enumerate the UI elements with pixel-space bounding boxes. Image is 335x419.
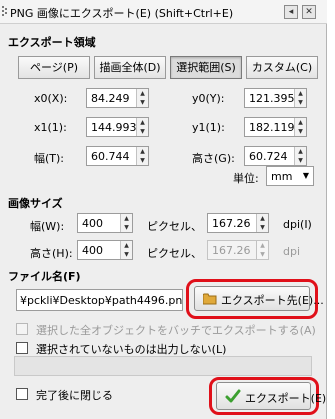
spin-up-icon[interactable]: ▲ xyxy=(121,241,132,250)
spin-arrows[interactable]: ▲ ▼ xyxy=(294,89,306,107)
folder-icon xyxy=(202,292,217,308)
close-when-done-checkbox[interactable] xyxy=(16,388,28,400)
dpi-readonly-label: dpi xyxy=(283,245,301,258)
chevron-down-icon[interactable]: ▼ xyxy=(303,171,309,180)
spin-arrows[interactable]: ▲ ▼ xyxy=(294,118,306,136)
x1-label: x1(1): xyxy=(34,121,67,134)
y0-value: 121.395 xyxy=(249,92,295,105)
x0-spin[interactable]: 84.249 ▲ ▼ xyxy=(86,88,149,108)
unit-combo[interactable]: mm ▼ xyxy=(266,166,314,186)
tab-page[interactable]: ページ(P) xyxy=(18,56,90,79)
tab-selection[interactable]: 選択範囲(S) xyxy=(170,56,242,79)
spin-up-icon[interactable]: ▲ xyxy=(257,214,268,223)
export-as-button[interactable]: エクスポート先(E)... xyxy=(194,286,324,311)
spin-down-icon[interactable]: ▼ xyxy=(121,250,132,259)
spin-up-icon[interactable]: ▲ xyxy=(137,147,148,156)
unit-label: 単位: xyxy=(233,172,259,185)
spin-up-icon[interactable]: ▲ xyxy=(295,89,306,98)
pixels-label: ピクセル、 xyxy=(147,247,202,260)
spin-arrows[interactable]: ▲ ▼ xyxy=(120,241,132,259)
export-button[interactable]: エクスポート(E) xyxy=(216,382,326,410)
spin-down-icon[interactable]: ▼ xyxy=(137,156,148,165)
spin-arrows[interactable]: ▲ ▼ xyxy=(120,214,132,232)
spin-up-icon[interactable]: ▲ xyxy=(121,214,132,223)
spin-up-icon: ▲ xyxy=(260,242,265,249)
tab-custom[interactable]: カスタム(C) xyxy=(246,56,318,79)
image-width-value: 400 xyxy=(82,217,103,230)
y1-value: 182.119 xyxy=(249,121,295,134)
spin-down-icon[interactable]: ▼ xyxy=(137,98,148,107)
area-width-label: 幅(T): xyxy=(34,152,65,165)
spin-down-icon[interactable]: ▼ xyxy=(121,223,132,232)
image-width-spin[interactable]: 400 ▲ ▼ xyxy=(77,213,133,233)
spin-down-icon[interactable]: ▼ xyxy=(257,223,268,232)
dpi-label: dpi(I) xyxy=(283,218,312,231)
x1-value: 144.993 xyxy=(91,121,137,134)
export-dialog: PNG 画像にエクスポート(E) (Shift+Ctrl+E) ◂ ✕ エクスポ… xyxy=(0,0,327,419)
y0-label: y0(Y): xyxy=(192,92,225,105)
spin-arrows[interactable]: ▲ ▼ xyxy=(136,147,148,165)
tab-drawing[interactable]: 描画全体(D) xyxy=(94,56,166,79)
area-height-value: 60.724 xyxy=(249,150,288,163)
filename-value: ¥pckli¥Desktop¥path4496.png xyxy=(20,294,183,307)
unit-value: mm xyxy=(271,170,293,183)
dpi-value: 167.26 xyxy=(212,217,251,230)
area-width-spin[interactable]: 60.744 ▲ ▼ xyxy=(86,146,149,166)
area-width-value: 60.744 xyxy=(91,150,130,163)
close-when-done-label: 完了後に閉じる xyxy=(36,389,113,402)
export-as-label: エクスポート先(E)... xyxy=(221,294,324,307)
spin-arrows[interactable]: ▲ ▼ xyxy=(256,214,268,232)
image-width-label: 幅(W): xyxy=(30,220,65,233)
export-progress-bar xyxy=(14,356,312,376)
x0-value: 84.249 xyxy=(91,92,130,105)
window-title: PNG 画像にエクスポート(E) (Shift+Ctrl+E) xyxy=(10,7,234,20)
y0-spin[interactable]: 121.395 ▲ ▼ xyxy=(244,88,307,108)
close-icon[interactable]: ✕ xyxy=(302,5,316,19)
y1-spin[interactable]: 182.119 ▲ ▼ xyxy=(244,117,307,137)
spin-arrows[interactable]: ▲ ▼ xyxy=(136,89,148,107)
batch-export-label: 選択した全オブジェクトをバッチでエクスポートする(A) xyxy=(36,324,316,337)
y1-label: y1(1): xyxy=(192,121,225,134)
spin-down-icon: ▼ xyxy=(260,251,265,258)
dpi-spin[interactable]: 167.26 ▲ ▼ xyxy=(207,213,269,233)
export-label: エクスポート(E) xyxy=(245,392,327,405)
spin-arrows: ▲ ▼ xyxy=(256,241,268,259)
area-height-label: 高さ(G): xyxy=(192,152,235,165)
title-bar: PNG 画像にエクスポート(E) (Shift+Ctrl+E) ◂ ✕ xyxy=(0,0,327,24)
filename-input[interactable]: ¥pckli¥Desktop¥path4496.png xyxy=(16,289,183,311)
area-height-spin[interactable]: 60.724 ▲ ▼ xyxy=(244,146,307,166)
image-size-heading: 画像サイズ xyxy=(8,197,63,210)
spin-up-icon[interactable]: ▲ xyxy=(137,118,148,127)
hide-unselected-label: 選択されていないものは出力しない(L) xyxy=(36,343,227,356)
spin-down-icon[interactable]: ▼ xyxy=(295,156,306,165)
checkmark-icon xyxy=(225,388,241,407)
spin-down-icon[interactable]: ▼ xyxy=(295,127,306,136)
spin-up-icon[interactable]: ▲ xyxy=(295,147,306,156)
spin-down-icon[interactable]: ▼ xyxy=(295,98,306,107)
x1-spin[interactable]: 144.993 ▲ ▼ xyxy=(86,117,149,137)
filename-heading: ファイル名(F) xyxy=(8,270,81,283)
x0-label: x0(X): xyxy=(34,92,68,105)
hide-unselected-checkbox[interactable] xyxy=(16,342,28,354)
export-area-heading: エクスポート領域 xyxy=(8,36,96,49)
spin-up-icon[interactable]: ▲ xyxy=(137,89,148,98)
drag-handle-icon[interactable] xyxy=(2,6,8,18)
image-height-label: 高さ(H): xyxy=(30,247,73,260)
spin-down-icon[interactable]: ▼ xyxy=(137,127,148,136)
dock-left-icon[interactable]: ◂ xyxy=(284,5,298,19)
pixels-label: ピクセル、 xyxy=(147,220,202,233)
dpi-readonly-value: 167.26 xyxy=(212,244,251,257)
spin-arrows[interactable]: ▲ ▼ xyxy=(294,147,306,165)
spin-arrows[interactable]: ▲ ▼ xyxy=(136,118,148,136)
batch-export-checkbox xyxy=(16,323,28,335)
image-height-spin[interactable]: 400 ▲ ▼ xyxy=(77,240,133,260)
dpi-readonly-spin: 167.26 ▲ ▼ xyxy=(207,240,269,260)
spin-up-icon[interactable]: ▲ xyxy=(295,118,306,127)
image-height-value: 400 xyxy=(82,244,103,257)
